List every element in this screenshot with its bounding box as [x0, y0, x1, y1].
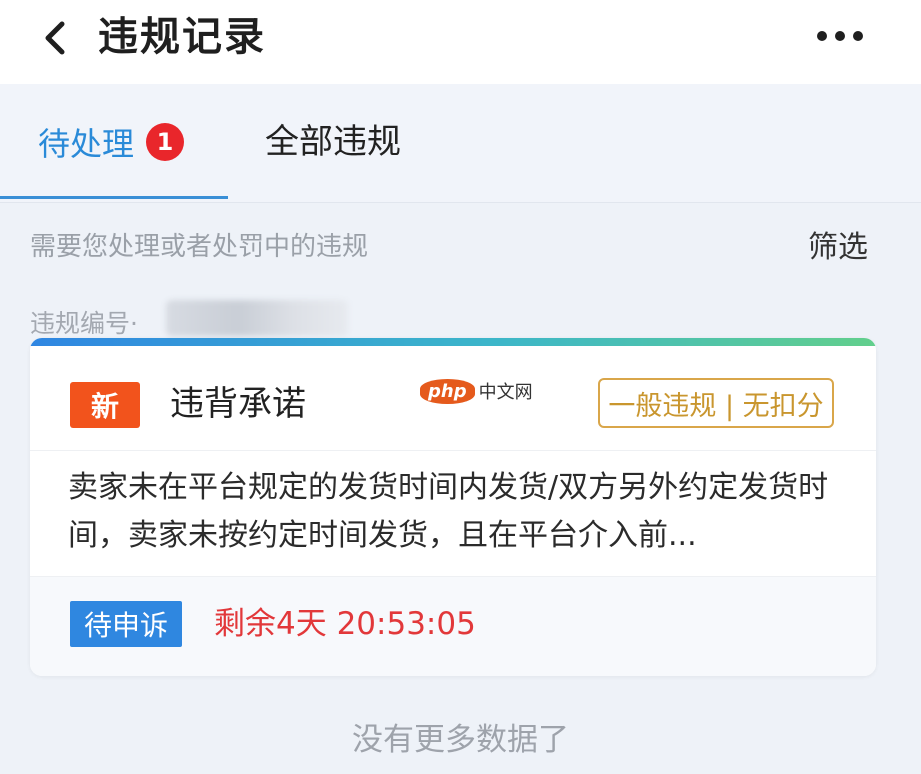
- violation-card[interactable]: 新 违背承诺 php 中文网 一般违规 | 无扣分 卖家未在平台规定的发货时间内…: [30, 338, 876, 676]
- pending-count-badge: 1: [146, 123, 185, 161]
- tab-all-violations[interactable]: 全部违规: [265, 120, 401, 164]
- more-dots-icon[interactable]: [812, 22, 868, 50]
- hint-text: 需要您处理或者处罚中的违规: [30, 232, 369, 262]
- tab-pending-label: 待处理: [38, 125, 135, 163]
- new-tag: 新: [70, 382, 140, 428]
- violation-id-redacted: [166, 300, 348, 336]
- filter-button[interactable]: 筛选: [808, 222, 868, 266]
- remaining-time: 剩余4天 20:53:05: [214, 606, 476, 642]
- no-more-data-text: 没有更多数据了: [352, 722, 569, 758]
- watermark-text: 中文网: [478, 382, 533, 403]
- active-tab-indicator: [0, 196, 228, 199]
- violation-level-tag: 一般违规 | 无扣分: [598, 378, 834, 428]
- tab-pending[interactable]: 待处理 1: [38, 120, 185, 164]
- watermark-logo: php: [420, 378, 475, 404]
- divider: [30, 450, 876, 451]
- violation-id-label: 违规编号·: [30, 309, 138, 338]
- card-accent-bar: [30, 338, 876, 346]
- violation-type: 违背承诺: [170, 384, 306, 424]
- violation-description: 卖家未在平台规定的发货时间内发货/双方另外约定发货时间，卖家未按约定时间发货，且…: [68, 470, 829, 553]
- site-watermark: php 中文网: [420, 378, 533, 404]
- top-bar: 违规记录: [0, 0, 921, 84]
- chevron-left-icon[interactable]: [38, 18, 74, 58]
- appeal-status-tag: 待申诉: [70, 601, 182, 647]
- card-footer: 待申诉 剩余4天 20:53:05: [30, 576, 876, 676]
- page-title: 违规记录: [98, 14, 266, 60]
